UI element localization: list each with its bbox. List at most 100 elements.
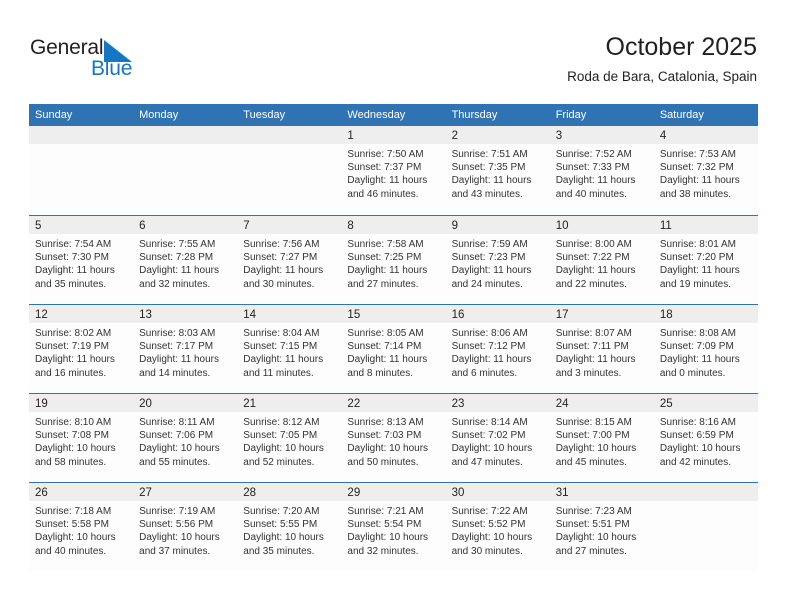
- calendar-day-cell[interactable]: 6 Sunrise: 7:55 AM Sunset: 7:28 PM Daylight…: [133, 216, 238, 304]
- calendar-day-cell[interactable]: 21 Sunrise: 8:12 AM Sunset: 7:05 PM Dayligh…: [237, 394, 342, 482]
- calendar-day-cell[interactable]: 12 Sunrise: 8:02 AM Sunset: 7:19 PM Dayligh…: [29, 305, 134, 393]
- daylight-text-line1: Daylight: 10 hours: [243, 532, 324, 544]
- calendar-day-cell[interactable]: 13 Sunrise: 8:03 AM Sunset: 7:17 PM Dayligh…: [133, 305, 238, 393]
- generalblue-logo[interactable]: General Blue: [30, 36, 180, 84]
- calendar-day-cell[interactable]: 27 Sunrise: 7:19 AM Sunset: 5:56 PM Dayligh…: [133, 483, 238, 571]
- day-number-band: 11: [653, 216, 758, 234]
- day-number-band: 25: [653, 394, 758, 412]
- day-details: Sunrise: 7:56 AM Sunset: 7:27 PM Daylight:…: [237, 234, 341, 291]
- sunset-text: Sunset: 5:52 PM: [451, 519, 526, 531]
- calendar-day-cell[interactable]: 18 Sunrise: 8:08 AM Sunset: 7:09 PM Dayligh…: [653, 305, 758, 393]
- calendar-day-cell[interactable]: 1 Sunrise: 7:50 AM Sunset: 7:37 PM Daylight…: [341, 126, 446, 215]
- weekday-header-monday: Monday: [139, 109, 179, 121]
- daylight-text-line1: Daylight: 11 hours: [555, 354, 636, 366]
- calendar-day-cell[interactable]: 20 Sunrise: 8:11 AM Sunset: 7:06 PM Dayligh…: [133, 394, 238, 482]
- daylight-text-line2: and 0 minutes.: [659, 367, 726, 379]
- daylight-text-line1: Daylight: 10 hours: [347, 532, 429, 544]
- day-details: Sunrise: 7:52 AM Sunset: 7:33 PM Daylight:…: [550, 144, 654, 201]
- day-details: Sunrise: 7:53 AM Sunset: 7:32 PM Daylight:…: [654, 144, 758, 201]
- sunset-text: Sunset: 5:51 PM: [555, 519, 630, 531]
- sunrise-text: Sunrise: 7:21 AM: [347, 506, 424, 517]
- calendar-day-cell[interactable]: 17 Sunrise: 8:07 AM Sunset: 7:11 PM Dayligh…: [549, 305, 654, 393]
- calendar-day-cell[interactable]: 26 Sunrise: 7:18 AM Sunset: 5:58 PM Dayligh…: [29, 483, 134, 571]
- day-number: 5: [35, 220, 42, 232]
- day-details: Sunrise: 8:01 AM Sunset: 7:20 PM Daylight:…: [654, 234, 758, 291]
- calendar-day-cell[interactable]: 14 Sunrise: 8:04 AM Sunset: 7:15 PM Dayligh…: [237, 305, 342, 393]
- calendar-day-cell[interactable]: 31 Sunrise: 7:23 AM Sunset: 5:51 PM Dayligh…: [549, 483, 654, 571]
- sunset-text: Sunset: 7:05 PM: [243, 430, 318, 442]
- day-number-band: 18: [653, 305, 758, 323]
- day-details: Sunrise: 8:02 AM Sunset: 7:19 PM Daylight:…: [29, 323, 133, 380]
- day-number: 19: [35, 398, 48, 410]
- calendar-week-row: 19 Sunrise: 8:10 AM Sunset: 7:08 PM Dayligh…: [29, 393, 758, 482]
- calendar-day-cell[interactable]: 24 Sunrise: 8:15 AM Sunset: 7:00 PM Dayligh…: [549, 394, 654, 482]
- daylight-text-line1: Daylight: 10 hours: [555, 443, 637, 455]
- day-number-band: 23: [445, 394, 550, 412]
- day-number-band: 13: [133, 305, 238, 323]
- calendar-day-cell[interactable]: 8 Sunrise: 7:58 AM Sunset: 7:25 PM Daylight…: [341, 216, 446, 304]
- day-details: Sunrise: 7:51 AM Sunset: 7:35 PM Daylight:…: [446, 144, 550, 201]
- sunset-text: Sunset: 7:14 PM: [347, 341, 422, 353]
- daylight-text-line1: Daylight: 10 hours: [35, 532, 116, 544]
- day-number: 26: [35, 487, 48, 499]
- sunset-text: Sunset: 7:00 PM: [555, 430, 630, 442]
- calendar-day-cell[interactable]: 15 Sunrise: 8:05 AM Sunset: 7:14 PM Dayligh…: [341, 305, 446, 393]
- day-number: 10: [555, 220, 569, 232]
- calendar-day-cell[interactable]: 28 Sunrise: 7:20 AM Sunset: 5:55 PM Dayligh…: [237, 483, 342, 571]
- daylight-text-line1: Daylight: 10 hours: [35, 443, 116, 455]
- sunrise-text: Sunrise: 8:14 AM: [451, 417, 528, 428]
- calendar-day-cell[interactable]: 7 Sunrise: 7:56 AM Sunset: 7:27 PM Daylight…: [237, 216, 342, 304]
- sunrise-text: Sunrise: 8:03 AM: [139, 328, 216, 339]
- day-details: Sunrise: 8:15 AM Sunset: 7:00 PM Daylight:…: [550, 412, 654, 469]
- day-number: 17: [555, 309, 569, 321]
- calendar-day-cell[interactable]: 22 Sunrise: 8:13 AM Sunset: 7:03 PM Dayligh…: [341, 394, 446, 482]
- day-number: 28: [243, 487, 257, 499]
- calendar-day-cell[interactable]: 11 Sunrise: 8:01 AM Sunset: 7:20 PM Dayligh…: [653, 216, 758, 304]
- daylight-text-line2: and 27 minutes.: [347, 278, 419, 290]
- day-details: Sunrise: 8:13 AM Sunset: 7:03 PM Daylight:…: [341, 412, 445, 469]
- daylight-text-line1: Daylight: 11 hours: [347, 265, 428, 277]
- day-number-band: 8: [341, 216, 446, 234]
- daylight-text-line2: and 42 minutes.: [659, 456, 732, 468]
- daylight-text-line1: Daylight: 11 hours: [451, 265, 532, 277]
- day-number: 24: [555, 398, 569, 410]
- day-number: 25: [659, 398, 673, 410]
- calendar-day-cell[interactable]: 4 Sunrise: 7:53 AM Sunset: 7:32 PM Daylight…: [653, 126, 758, 215]
- day-number-band: 4: [653, 126, 758, 144]
- daylight-text-line1: Daylight: 11 hours: [451, 175, 532, 187]
- calendar-day-cell[interactable]: 30 Sunrise: 7:22 AM Sunset: 5:52 PM Dayligh…: [445, 483, 550, 571]
- sunrise-text: Sunrise: 8:02 AM: [35, 328, 112, 339]
- sunset-text: Sunset: 7:09 PM: [659, 341, 734, 353]
- calendar-day-cell[interactable]: 19 Sunrise: 8:10 AM Sunset: 7:08 PM Dayligh…: [29, 394, 134, 482]
- calendar-day-cell[interactable]: 10 Sunrise: 8:00 AM Sunset: 7:22 PM Dayligh…: [549, 216, 654, 304]
- calendar-day-cell-empty: [133, 126, 238, 215]
- day-number-band: 3: [549, 126, 654, 144]
- day-number-band: 17: [549, 305, 654, 323]
- daylight-text-line1: Daylight: 11 hours: [659, 175, 740, 187]
- daylight-text-line2: and 58 minutes.: [35, 456, 107, 468]
- calendar-day-cell[interactable]: 23 Sunrise: 8:14 AM Sunset: 7:02 PM Dayligh…: [445, 394, 550, 482]
- calendar-day-cell[interactable]: 3 Sunrise: 7:52 AM Sunset: 7:33 PM Daylight…: [549, 126, 654, 215]
- calendar-day-cell[interactable]: 16 Sunrise: 8:06 AM Sunset: 7:12 PM Dayligh…: [445, 305, 550, 393]
- calendar-day-cell[interactable]: 25 Sunrise: 8:16 AM Sunset: 6:59 PM Dayligh…: [653, 394, 758, 482]
- sunset-text: Sunset: 7:22 PM: [555, 252, 630, 264]
- sunrise-text: Sunrise: 8:16 AM: [659, 417, 736, 428]
- sunset-text: Sunset: 7:32 PM: [659, 162, 734, 174]
- day-number-band: 6: [133, 216, 238, 234]
- weekday-header-wednesday: Wednesday: [347, 109, 406, 121]
- calendar-day-cell[interactable]: 9 Sunrise: 7:59 AM Sunset: 7:23 PM Daylight…: [445, 216, 550, 304]
- day-number-band: 20: [133, 394, 238, 412]
- day-details: Sunrise: 8:11 AM Sunset: 7:06 PM Daylight:…: [133, 412, 237, 469]
- daylight-text-line2: and 8 minutes.: [347, 367, 414, 379]
- calendar-day-cell[interactable]: 2 Sunrise: 7:51 AM Sunset: 7:35 PM Daylight…: [445, 126, 550, 215]
- daylight-text-line2: and 38 minutes.: [659, 188, 732, 200]
- day-number: 14: [243, 309, 257, 321]
- daylight-text-line2: and 55 minutes.: [139, 456, 211, 468]
- day-details: Sunrise: 8:10 AM Sunset: 7:08 PM Daylight:…: [29, 412, 133, 469]
- day-number: 27: [139, 487, 152, 499]
- calendar-day-cell[interactable]: 5 Sunrise: 7:54 AM Sunset: 7:30 PM Daylight…: [29, 216, 134, 304]
- sunset-text: Sunset: 7:03 PM: [347, 430, 422, 442]
- sunset-text: Sunset: 7:30 PM: [35, 252, 109, 264]
- calendar-day-cell[interactable]: 29 Sunrise: 7:21 AM Sunset: 5:54 PM Dayligh…: [341, 483, 446, 571]
- weekday-header-thursday: Thursday: [451, 109, 498, 121]
